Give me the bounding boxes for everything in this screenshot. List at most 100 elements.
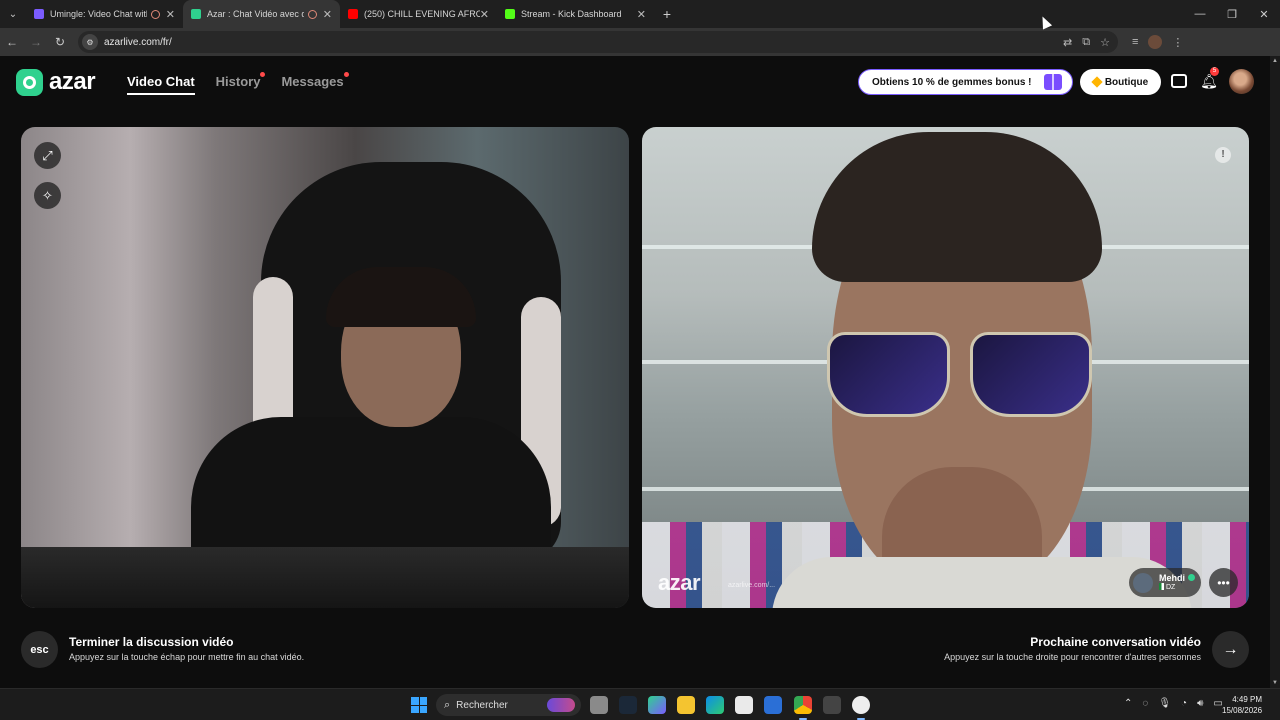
task-view-icon[interactable] [590,696,608,714]
browser-toolbar: ← → ↻ ⚙ azarlive.com/fr/ ⇄ ⧉ ☆ ≡ ⋮ [0,28,1280,56]
report-icon[interactable]: ! [1215,147,1231,163]
gift-icon [1044,74,1062,90]
tray-overflow-icon[interactable]: ⌃ [1124,698,1132,709]
microphone-icon[interactable]: 🎙︎ [1158,698,1171,709]
media-controls-icon[interactable]: ≡ [1132,36,1138,48]
reload-icon[interactable]: ↻ [48,28,72,56]
maximize-icon[interactable]: ❐ [1216,0,1248,28]
kick-favicon-icon [505,9,515,19]
browser-tab[interactable]: Umingle: Video Chat with S ✕ [26,0,183,28]
scroll-down-icon[interactable]: ▼ [1270,680,1280,686]
browser-tab[interactable]: Stream - Kick Dashboard ✕ [497,0,654,28]
mail-icon[interactable] [764,696,782,714]
search-icon: ⌕ [444,698,451,711]
close-tab-icon[interactable]: ✕ [637,8,646,21]
close-tab-icon[interactable]: ✕ [480,8,489,21]
umingle-favicon-icon [34,9,44,19]
windows-taskbar: ⌕ Rechercher ⌃ ◌ 🎙︎ ◔ 🔊︎ ▭ 4:49 PM 15/08… [0,688,1280,720]
close-tab-icon[interactable]: ✕ [323,8,332,21]
nav-label: Video Chat [127,74,195,89]
tray-app-icon[interactable]: ◌ [1142,698,1148,709]
verified-icon [1188,574,1195,581]
main-nav: Video Chat History Messages [127,72,349,95]
windows-start-icon[interactable] [411,697,427,713]
tab-search-button[interactable]: ⌄ [0,0,26,28]
minimize-icon[interactable]: — [1184,0,1216,28]
brand-name: azar [49,68,96,95]
peer-profile-chip[interactable]: Mehdi DZ [1129,568,1201,597]
recording-icon [150,9,160,19]
file-explorer-icon[interactable] [677,696,695,714]
tab-title: Azar : Chat Vidéo avec de n [207,9,304,19]
end-chat-button[interactable]: esc [21,631,58,668]
forward-icon[interactable]: → [24,28,48,56]
algeria-flag-icon [1159,583,1164,590]
edge-icon[interactable] [706,696,724,714]
back-icon[interactable]: ← [0,28,24,56]
close-window-icon[interactable]: ✕ [1248,0,1280,28]
chrome-icon[interactable] [794,696,812,720]
close-tab-icon[interactable]: ✕ [166,8,175,21]
clock-time: 4:49 PM [1232,695,1262,704]
notification-badge: 5 [1210,67,1219,76]
peer-country: DZ [1159,583,1195,592]
tab-title: Umingle: Video Chat with S [50,9,147,19]
tab-title: Stream - Kick Dashboard [521,9,622,19]
page-scrollbar[interactable]: ▲ ▼ [1270,56,1280,688]
steam-icon[interactable] [619,696,637,714]
video-scene-hair [326,267,476,327]
app-header: azar Video Chat History Messages Obtiens… [0,56,1270,108]
store-icon[interactable] [735,696,753,714]
swap-camera-icon[interactable]: ⤢ [34,142,61,169]
video-scene-sunglasses [827,332,1092,417]
end-chat-hint: Appuyez sur la touche échap pour mettre … [69,652,305,662]
inbox-icon[interactable] [1170,72,1188,90]
azar-logo[interactable]: azar [16,68,96,96]
nav-messages[interactable]: Messages [281,72,349,95]
shop-button[interactable]: Boutique [1080,69,1161,95]
browser-menu-icon[interactable]: ⋮ [1172,36,1183,49]
scroll-up-icon[interactable]: ▲ [1270,58,1280,64]
obs-icon[interactable] [823,696,841,714]
video-scene-floor [21,547,629,608]
address-bar[interactable]: ⚙ azarlive.com/fr/ ⇄ ⧉ ☆ [78,31,1118,53]
user-avatar[interactable] [1229,69,1254,94]
new-tab-button[interactable]: + [654,6,680,22]
browser-tab[interactable]: (250) CHILL EVENING AFRO HO ✕ [340,0,497,28]
gem-icon [1091,76,1103,88]
taskbar-search[interactable]: ⌕ Rechercher [436,694,581,716]
volume-icon[interactable]: 🔊︎ [1197,698,1203,709]
wifi-icon[interactable]: ◔ [1181,698,1187,709]
chat-bubble-icon[interactable]: ••• [1209,568,1238,597]
app-icon[interactable] [648,696,666,714]
translate-icon[interactable]: ⇄ [1063,36,1072,49]
next-chat-arrow-icon[interactable]: → [1212,631,1249,668]
nav-label: History [215,74,261,89]
taskbar-search-placeholder: Rechercher [456,699,508,711]
unread-dot [260,72,266,77]
end-chat-title: Terminer la discussion vidéo [69,635,234,649]
profile-avatar[interactable] [1148,35,1163,49]
nav-label: Messages [281,74,344,89]
site-info-icon[interactable]: ⚙ [82,34,98,50]
bookmark-star-icon[interactable]: ☆ [1100,36,1110,49]
local-video: ⤢ ✧ [21,127,629,608]
peer-country-code: DZ [1166,584,1176,591]
nav-history[interactable]: History [215,72,266,95]
browser-tab-active[interactable]: Azar : Chat Vidéo avec de n ✕ [183,0,340,28]
install-app-icon[interactable]: ⧉ [1082,36,1090,49]
watermark-subtext: azarlive.com/... [728,582,776,589]
azar-logo-icon [16,68,43,96]
youtube-favicon-icon [348,9,358,19]
azar-watermark: azar [658,570,701,595]
gem-bonus-promo-button[interactable]: Obtiens 10 % de gemmes bonus ! [858,69,1073,95]
next-chat-title: Prochaine conversation vidéo [1030,635,1201,649]
system-tray: ⌃ ◌ 🎙︎ ◔ 🔊︎ ▭ [1124,698,1223,709]
peer-name-text: Mehdi [1159,573,1185,583]
video-scene-hair [812,132,1102,282]
taskbar-clock[interactable]: 4:49 PM 15/08/2026 [1222,694,1262,716]
camera-app-icon[interactable] [852,696,870,720]
nav-video-chat[interactable]: Video Chat [127,74,195,95]
search-highlight-icon [547,698,575,712]
effects-wand-icon[interactable]: ✧ [34,182,61,209]
